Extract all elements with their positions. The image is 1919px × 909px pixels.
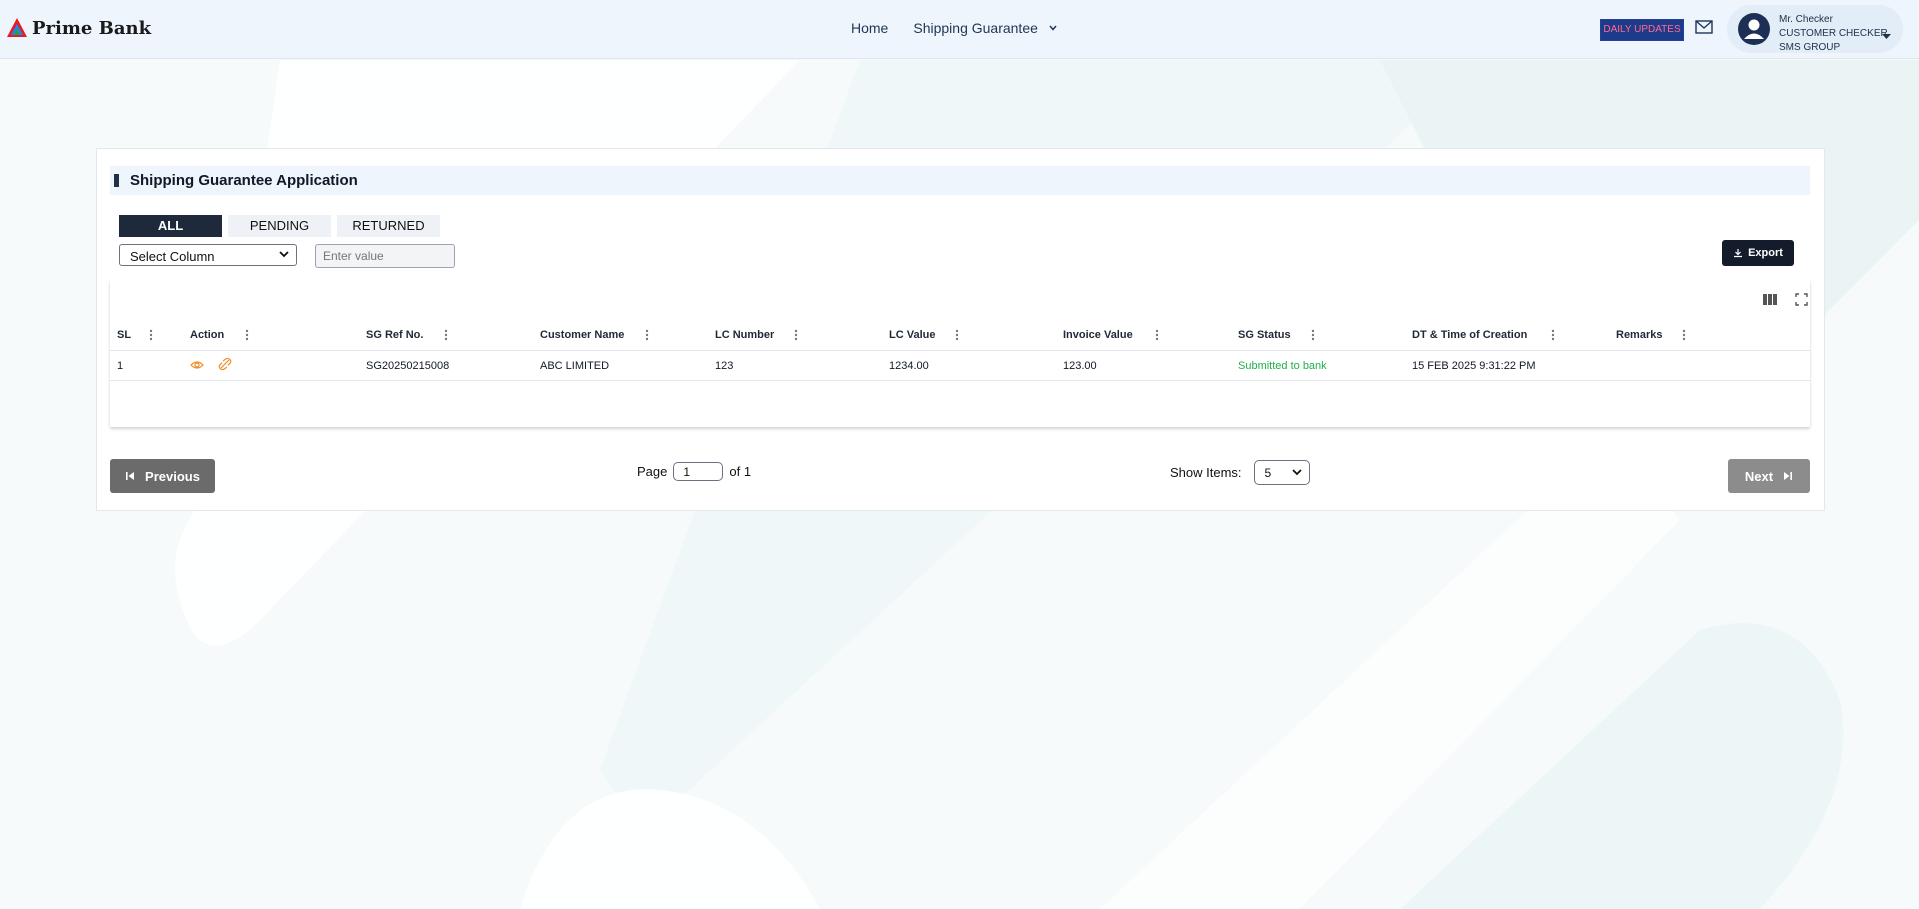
show-items-value: 5 — [1264, 466, 1272, 480]
user-info: Mr. Checker CUSTOMER CHECKER SMS GROUP — [1779, 13, 1888, 55]
user-role: CUSTOMER CHECKER — [1779, 28, 1888, 39]
next-button[interactable]: Next — [1728, 459, 1810, 493]
export-button[interactable]: Export — [1722, 240, 1794, 266]
eye-icon[interactable] — [190, 357, 204, 375]
column-header-action[interactable]: Action — [190, 329, 224, 341]
brand-logo[interactable]: Prime Bank — [6, 17, 151, 39]
cell-lc-value: 1234.00 — [889, 360, 929, 372]
column-header-remarks[interactable]: Remarks — [1616, 329, 1662, 341]
previous-button[interactable]: Previous — [110, 459, 215, 493]
column-menu-icon[interactable] — [1551, 328, 1555, 347]
user-group: SMS GROUP — [1779, 42, 1841, 53]
cell-status: Submitted to bank — [1238, 360, 1327, 372]
cell-sl: 1 — [117, 360, 124, 372]
previous-label: Previous — [145, 468, 200, 484]
cell-invoice-value: 123.00 — [1063, 360, 1097, 372]
card-header: Shipping Guarantee Application — [110, 166, 1810, 195]
show-items-select[interactable]: 5 — [1253, 460, 1310, 485]
cell-lc-number: 123 — [715, 360, 734, 372]
cell-customer: ABC LIMITED — [540, 360, 610, 372]
cell-created: 15 FEB 2025 9:31:22 PM — [1412, 360, 1536, 372]
column-menu-icon[interactable] — [444, 328, 448, 347]
page-title: Shipping Guarantee Application — [130, 172, 358, 189]
cell-sg-ref: SG20250215008 — [366, 360, 450, 372]
column-header-sg-status[interactable]: SG Status — [1238, 329, 1291, 341]
top-navbar: Prime Bank Home Shipping Guarantee DAILY… — [0, 0, 1919, 59]
nav-shipping-guarantee[interactable]: Shipping Guarantee — [913, 20, 1038, 36]
column-menu-icon[interactable] — [1311, 328, 1315, 347]
filter-value-input[interactable] — [315, 244, 455, 268]
download-icon — [1734, 249, 1743, 258]
tab-pending[interactable]: PENDING — [228, 215, 331, 237]
column-header-lc-value[interactable]: LC Value — [889, 329, 935, 341]
column-header-sg-ref[interactable]: SG Ref No. — [366, 329, 423, 341]
chevron-down-icon — [1291, 466, 1303, 481]
column-header-invoice-value[interactable]: Invoice Value — [1063, 329, 1133, 341]
sg-application-card: Shipping Guarantee Application ALL PENDI… — [96, 148, 1825, 511]
caret-down-icon[interactable] — [1882, 27, 1891, 45]
column-select[interactable]: Select Column — [119, 244, 297, 266]
column-header-customer[interactable]: Customer Name — [540, 329, 624, 341]
column-menu-icon[interactable] — [955, 328, 959, 347]
header-divider — [110, 350, 1810, 351]
row-divider — [110, 380, 1810, 381]
user-menu[interactable]: Mr. Checker CUSTOMER CHECKER SMS GROUP — [1727, 5, 1903, 53]
main-nav: Home Shipping Guarantee — [851, 20, 1058, 36]
skip-next-icon — [1784, 472, 1793, 480]
column-select-value: Select Column — [130, 249, 215, 264]
chevron-down-icon[interactable] — [1048, 23, 1058, 33]
fullscreen-icon[interactable] — [1795, 293, 1808, 311]
title-accent-bar — [114, 174, 119, 187]
tab-all[interactable]: ALL — [119, 215, 222, 237]
column-menu-icon[interactable] — [149, 328, 153, 347]
column-menu-icon[interactable] — [1155, 328, 1159, 347]
skip-previous-icon — [126, 472, 135, 480]
page-total: of 1 — [729, 464, 752, 479]
export-label: Export — [1748, 247, 1783, 259]
page-input[interactable]: 1 — [673, 462, 724, 481]
column-header-lc-number[interactable]: LC Number — [715, 329, 774, 341]
page-indicator: Page 1 of 1 — [637, 462, 751, 481]
columns-icon[interactable] — [1762, 293, 1778, 311]
tab-returned[interactable]: RETURNED — [337, 215, 440, 237]
attachment-link-icon[interactable] — [218, 357, 232, 375]
column-menu-icon[interactable] — [645, 328, 649, 347]
page-label: Page — [637, 464, 668, 479]
brand-name: Prime Bank — [32, 17, 152, 39]
mail-icon[interactable] — [1695, 19, 1713, 40]
daily-updates-button[interactable]: DAILY UPDATES — [1600, 19, 1684, 41]
chevron-down-icon — [278, 248, 290, 263]
next-label: Next — [1744, 468, 1774, 484]
nav-home[interactable]: Home — [851, 20, 888, 36]
show-items: Show Items: 5 — [1170, 460, 1310, 485]
column-header-created[interactable]: DT & Time of Creation — [1412, 329, 1527, 341]
sg-table: SL Action SG Ref No. Customer Name LC Nu… — [110, 279, 1810, 427]
user-name: Mr. Checker — [1779, 14, 1833, 25]
column-header-sl[interactable]: SL — [117, 329, 131, 341]
column-menu-icon[interactable] — [245, 328, 249, 347]
column-menu-icon[interactable] — [1682, 328, 1686, 347]
column-menu-icon[interactable] — [794, 328, 798, 347]
show-items-label: Show Items: — [1170, 465, 1242, 480]
avatar-icon — [1737, 12, 1771, 51]
prime-bank-logo-icon — [7, 18, 27, 37]
